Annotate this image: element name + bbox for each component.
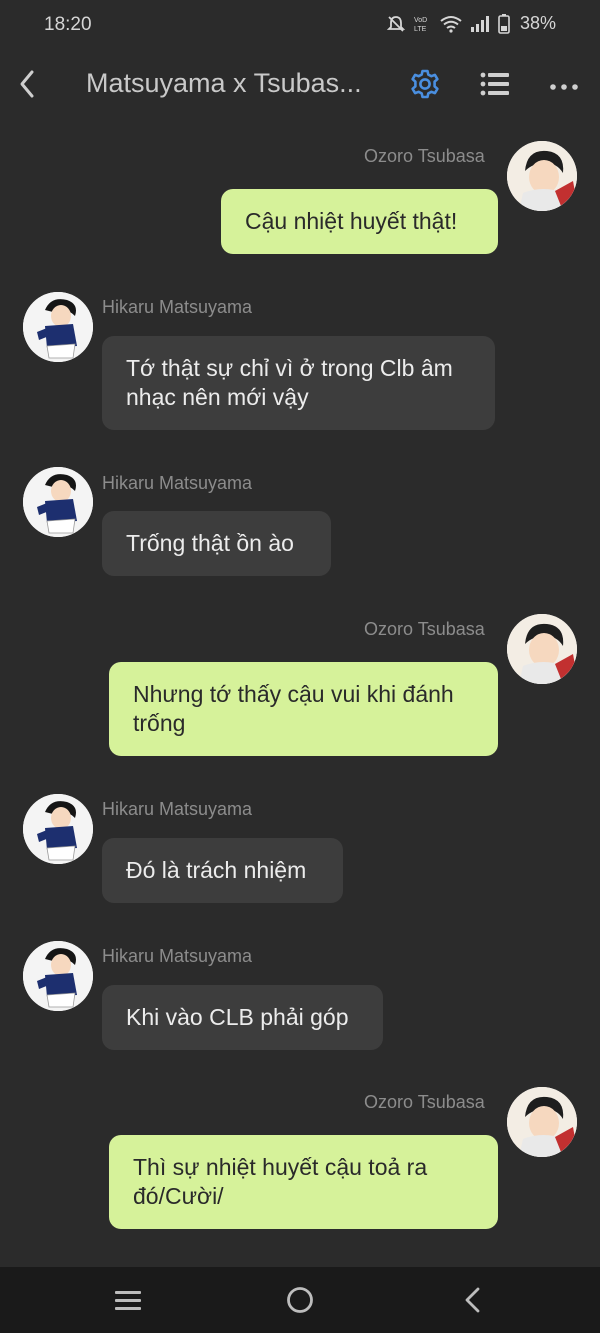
message-text: Tớ thật sự chỉ vì ở trong Clb âm nhạc nê…: [126, 355, 453, 410]
battery-icon: [498, 13, 510, 34]
sender-name: Ozoro Tsubasa: [364, 1092, 485, 1112]
wifi-icon: [440, 15, 462, 33]
avatar[interactable]: [507, 141, 577, 211]
chat-header: Matsuyama x Tsubas...: [0, 52, 600, 118]
message-bubble[interactable]: Trống thật ồn ào: [102, 511, 331, 576]
settings-gear-icon: [411, 69, 439, 99]
avatar-image: [507, 141, 577, 211]
list-icon: [480, 72, 509, 96]
message-text: Khi vào CLB phải góp: [126, 1004, 349, 1030]
message-text: Đó là trách nhiệm: [126, 857, 307, 883]
message-bubble[interactable]: Tớ thật sự chỉ vì ở trong Clb âm nhạc nê…: [102, 336, 495, 430]
back-button[interactable]: [14, 66, 46, 102]
sender-name: Hikaru Matsuyama: [102, 946, 253, 966]
message-bubble[interactable]: Thì sự nhiệt huyết cậu toả ra đó/Cười/: [109, 1135, 498, 1229]
sender-name: Ozoro Tsubasa: [364, 146, 485, 166]
signal-icon: [470, 15, 489, 32]
list-button[interactable]: [480, 70, 510, 98]
avatar-image: [23, 794, 93, 864]
more-options-button[interactable]: [549, 79, 579, 90]
avatar[interactable]: [23, 467, 93, 537]
message-text: Trống thật ồn ào: [126, 530, 294, 556]
sender-name: Hikaru Matsuyama: [102, 297, 253, 317]
status-time: 18:20: [44, 14, 92, 35]
avatar-image: [23, 941, 93, 1011]
message-bubble[interactable]: Cậu nhiệt huyết thật!: [221, 189, 498, 254]
back-chevron-icon: [465, 1287, 480, 1313]
chat-title: Matsuyama x Tsubas...: [86, 68, 362, 98]
settings-button[interactable]: [409, 68, 441, 100]
mute-icon: [386, 15, 406, 32]
avatar[interactable]: [23, 292, 93, 362]
avatar[interactable]: [23, 941, 93, 1011]
more-dots-icon: [550, 84, 578, 90]
sender-name: Ozoro Tsubasa: [364, 619, 485, 639]
avatar[interactable]: [507, 1087, 577, 1157]
sender-name: Hikaru Matsuyama: [102, 799, 253, 819]
recent-apps-button[interactable]: [113, 1285, 143, 1320]
menu-icon: [115, 1291, 141, 1310]
message-text: Cậu nhiệt huyết thật!: [245, 208, 458, 234]
avatar-image: [507, 614, 577, 684]
svg-text:VoD: VoD: [414, 17, 427, 24]
avatar[interactable]: [507, 614, 577, 684]
avatar-image: [507, 1087, 577, 1157]
avatar-image: [23, 292, 93, 362]
battery-percent: 38%: [519, 13, 556, 33]
status-icons: VoD LTE 38%: [386, 13, 556, 34]
message-text: Nhưng tớ thấy cậu vui khi đánh trống: [133, 681, 454, 736]
system-back-button[interactable]: [458, 1285, 488, 1320]
avatar[interactable]: [23, 794, 93, 864]
message-bubble[interactable]: Nhưng tớ thấy cậu vui khi đánh trống: [109, 662, 498, 756]
avatar-image: [23, 467, 93, 537]
status-bar: 18:20 VoD LTE 38%: [0, 0, 600, 52]
system-nav-bar: [0, 1267, 600, 1333]
home-circle-icon: [287, 1287, 313, 1313]
back-arrow-icon: [20, 70, 34, 98]
svg-text:LTE: LTE: [414, 26, 427, 33]
volte-icon: VoD LTE: [414, 17, 427, 33]
home-button[interactable]: [285, 1285, 315, 1320]
message-bubble[interactable]: Khi vào CLB phải góp: [102, 985, 383, 1050]
message-bubble[interactable]: Đó là trách nhiệm: [102, 838, 343, 903]
sender-name: Hikaru Matsuyama: [102, 473, 253, 493]
message-text: Thì sự nhiệt huyết cậu toả ra đó/Cười/: [133, 1154, 428, 1209]
